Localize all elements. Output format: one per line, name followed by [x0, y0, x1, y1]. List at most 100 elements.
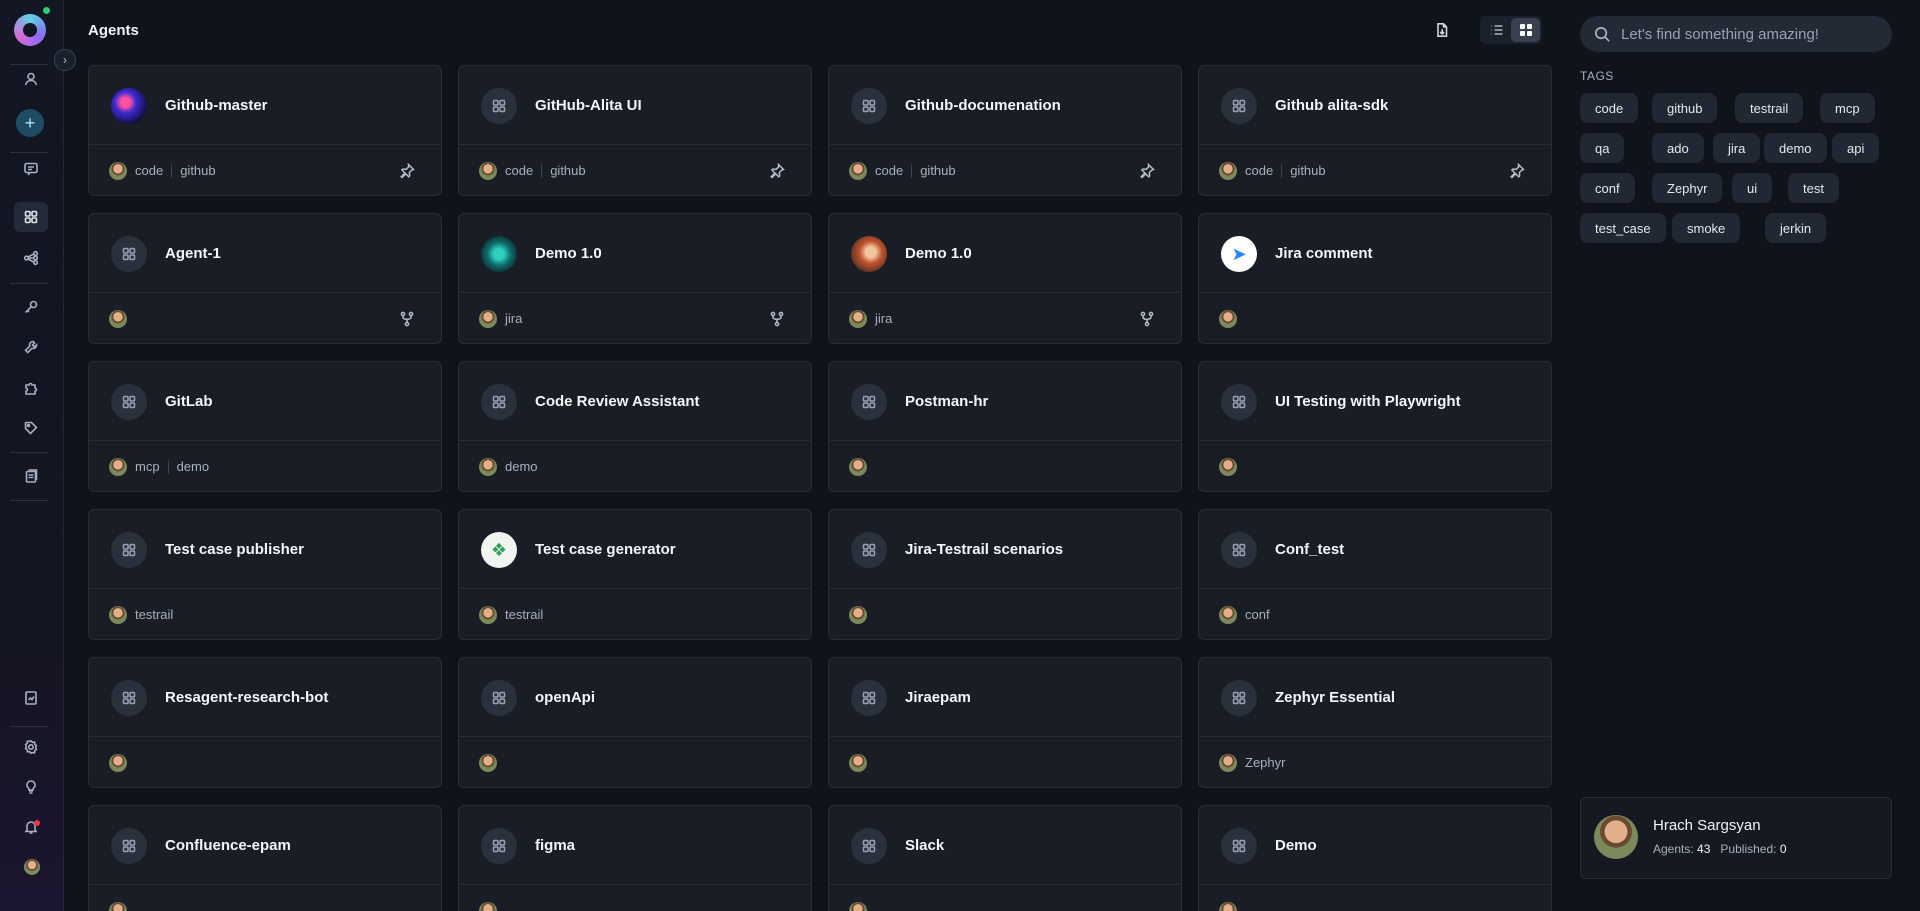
agent-card[interactable]: Confluence-epam	[88, 805, 442, 911]
tag-icon[interactable]	[14, 413, 48, 443]
bell-icon[interactable]	[14, 812, 48, 842]
docs-icon[interactable]	[14, 683, 48, 713]
agent-tag[interactable]: demo	[505, 460, 546, 474]
tag-chip[interactable]: code	[1580, 93, 1639, 123]
agent-name[interactable]: GitLab	[165, 393, 213, 410]
tag-chip[interactable]: test	[1788, 173, 1839, 203]
agent-tag[interactable]: demo	[167, 460, 218, 474]
search-input[interactable]	[1621, 25, 1871, 43]
chat-icon[interactable]	[14, 154, 48, 184]
agent-name[interactable]: Demo 1.0	[905, 245, 972, 262]
list-view-button[interactable]	[1482, 18, 1511, 42]
pin-icon[interactable]	[1509, 162, 1525, 179]
agent-tag[interactable]: testrail	[135, 608, 181, 622]
agent-name[interactable]: Postman-hr	[905, 393, 988, 410]
agent-card[interactable]: Resagent-research-bot	[88, 657, 442, 788]
tag-chip[interactable]: testrail	[1735, 93, 1804, 123]
grid-view-button[interactable]	[1511, 18, 1540, 42]
agent-card[interactable]: figma	[458, 805, 812, 911]
agent-tag[interactable]: testrail	[505, 608, 551, 622]
agent-tag[interactable]: code	[1245, 164, 1281, 178]
agent-card[interactable]: Postman-hr	[828, 361, 1182, 492]
agent-name[interactable]: Resagent-research-bot	[165, 689, 328, 706]
agent-tag[interactable]: jira	[505, 312, 530, 326]
puzzle-icon[interactable]	[14, 373, 48, 403]
agent-tag[interactable]: mcp	[135, 460, 168, 474]
fork-icon[interactable]	[1139, 311, 1155, 327]
tag-chip[interactable]: jerkin	[1765, 213, 1827, 243]
agent-name[interactable]: Jiraepam	[905, 689, 971, 706]
agent-card[interactable]: Code Review Assistant demo	[458, 361, 812, 492]
agent-card[interactable]: ❖ Test case generator testrail	[458, 509, 812, 640]
tag-chip[interactable]: jira	[1713, 133, 1761, 163]
agent-card[interactable]: Jira-Testrail scenarios	[828, 509, 1182, 640]
agent-name[interactable]: Github-documenation	[905, 97, 1061, 114]
agent-tag[interactable]: code	[875, 164, 911, 178]
agent-name[interactable]: Slack	[905, 837, 944, 854]
tag-chip[interactable]: api	[1832, 133, 1880, 163]
agent-tag[interactable]: Zephyr	[1245, 756, 1293, 770]
key-icon[interactable]	[14, 292, 48, 322]
tag-chip[interactable]: ado	[1652, 133, 1704, 163]
agent-tag[interactable]: github	[1281, 164, 1333, 178]
agent-tag[interactable]: github	[171, 164, 223, 178]
agent-card[interactable]: Github-master code github	[88, 65, 442, 196]
user-icon[interactable]	[14, 64, 48, 94]
agent-name[interactable]: Test case generator	[535, 541, 676, 558]
agent-tag[interactable]: jira	[875, 312, 900, 326]
agent-name[interactable]: Github-master	[165, 97, 268, 114]
tag-chip[interactable]: test_case	[1580, 213, 1666, 243]
pipelines-icon[interactable]	[14, 243, 48, 273]
agent-name[interactable]: GitHub-Alita UI	[535, 97, 642, 114]
agent-name[interactable]: Jira comment	[1275, 245, 1373, 262]
app-logo[interactable]	[14, 14, 46, 46]
agent-name[interactable]: openApi	[535, 689, 595, 706]
agent-name[interactable]: Conf_test	[1275, 541, 1344, 558]
agent-card[interactable]: Slack	[828, 805, 1182, 911]
agent-card[interactable]: openApi	[458, 657, 812, 788]
agent-card[interactable]: Jiraepam	[828, 657, 1182, 788]
agent-name[interactable]: Confluence-epam	[165, 837, 291, 854]
bulb-icon[interactable]	[14, 772, 48, 802]
add-icon[interactable]: +	[16, 109, 44, 137]
agent-card[interactable]: Agent-1	[88, 213, 442, 344]
tag-chip[interactable]: github	[1652, 93, 1718, 123]
agent-card[interactable]: Github-documenation code github	[828, 65, 1182, 196]
agent-name[interactable]: Code Review Assistant	[535, 393, 700, 410]
agent-card[interactable]: Demo 1.0 jira	[458, 213, 812, 344]
agent-name[interactable]: Zephyr Essential	[1275, 689, 1395, 706]
agent-name[interactable]: Github alita-sdk	[1275, 97, 1388, 114]
tag-chip[interactable]: smoke	[1672, 213, 1741, 243]
fork-icon[interactable]	[399, 311, 415, 327]
pin-icon[interactable]	[769, 162, 785, 179]
agent-tag[interactable]: code	[135, 164, 171, 178]
agent-card[interactable]: Demo	[1198, 805, 1552, 911]
agent-name[interactable]: Test case publisher	[165, 541, 304, 558]
agent-card[interactable]: UI Testing with Playwright	[1198, 361, 1552, 492]
agent-tag[interactable]: conf	[1245, 608, 1278, 622]
agent-name[interactable]: UI Testing with Playwright	[1275, 393, 1461, 410]
pin-icon[interactable]	[1139, 162, 1155, 179]
agent-card[interactable]: Test case publisher testrail	[88, 509, 442, 640]
agent-card[interactable]: GitHub-Alita UI code github	[458, 65, 812, 196]
agent-card[interactable]: Conf_testconf	[1198, 509, 1552, 640]
agent-card[interactable]: GitLab mcp demo	[88, 361, 442, 492]
agents-grid-icon[interactable]	[14, 202, 48, 232]
tag-chip[interactable]: mcp	[1820, 93, 1875, 123]
tag-chip[interactable]: ui	[1732, 173, 1773, 203]
export-button[interactable]	[1430, 18, 1454, 42]
collections-icon[interactable]	[14, 461, 48, 491]
agent-card[interactable]: Zephyr Essential Zephyr	[1198, 657, 1552, 788]
tag-chip[interactable]: conf	[1580, 173, 1635, 203]
profile-avatar[interactable]	[24, 859, 40, 875]
agent-name[interactable]: Demo 1.0	[535, 245, 602, 262]
agent-name[interactable]: figma	[535, 837, 575, 854]
agent-tag[interactable]: github	[541, 164, 593, 178]
pin-icon[interactable]	[399, 162, 415, 179]
agent-card[interactable]: ➤ Jira comment	[1198, 213, 1552, 344]
fork-icon[interactable]	[769, 311, 785, 327]
agent-tag[interactable]: github	[911, 164, 963, 178]
chevron-right-icon[interactable]: ›	[54, 49, 76, 71]
tag-chip[interactable]: Zephyr	[1652, 173, 1723, 203]
agent-card[interactable]: Demo 1.0 jira	[828, 213, 1182, 344]
